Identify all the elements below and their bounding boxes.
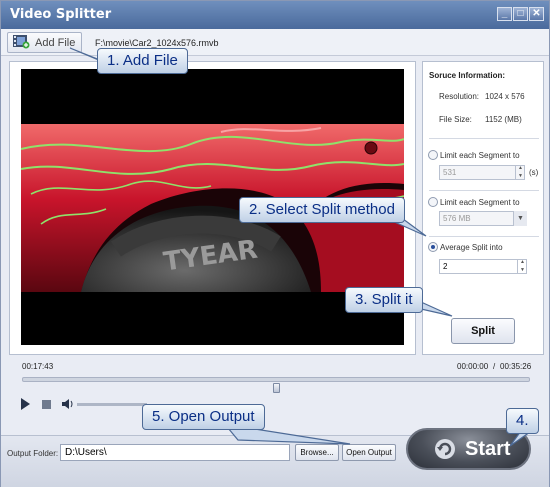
close-button[interactable]: ✕	[529, 7, 544, 21]
file-size-value: 1152 (MB)	[485, 115, 522, 124]
limit-duration-label: Limit each Segment to	[440, 150, 520, 160]
callout-open-output: 5. Open Output	[142, 404, 265, 430]
minimize-button[interactable]: _	[497, 7, 512, 21]
seek-thumb[interactable]	[273, 383, 280, 393]
radio-button[interactable]	[428, 197, 438, 207]
time-separator: /	[493, 362, 496, 371]
average-split-label: Average Split into	[440, 242, 503, 252]
callout-start: 4.	[506, 408, 539, 434]
open-output-button[interactable]: Open Output	[342, 444, 396, 461]
resolution-value: 1024 x 576	[485, 92, 525, 101]
average-split-stepper[interactable]: ▲ ▼	[517, 259, 527, 274]
film-icon	[12, 33, 30, 52]
volume-slider[interactable]	[77, 403, 147, 406]
source-info-heading: Soruce Information:	[429, 71, 506, 80]
current-time: 00:17:43	[22, 362, 54, 371]
output-folder-input[interactable]: D:\Users\	[60, 444, 290, 461]
duration-unit: (s)	[529, 168, 539, 177]
chevron-down-icon[interactable]: ▼	[513, 211, 527, 226]
volume-icon[interactable]	[61, 397, 75, 411]
range-end-time: 00:35:26	[500, 362, 532, 371]
file-size-label: File Size:	[439, 115, 472, 124]
output-folder-label: Output Folder:	[7, 449, 59, 458]
average-split-radio[interactable]: Average Split into	[428, 242, 503, 252]
browse-button[interactable]: Browse...	[295, 444, 339, 461]
radio-button[interactable]	[428, 150, 438, 160]
window-title: Video Splitter	[10, 7, 112, 22]
stop-icon[interactable]	[41, 397, 53, 411]
source-info-panel: Soruce Information: Resolution: 1024 x 5…	[422, 61, 544, 355]
divider	[429, 138, 539, 139]
resolution-label: Resolution:	[439, 92, 480, 101]
add-file-button[interactable]: Add File	[7, 32, 83, 53]
duration-stepper[interactable]: ▲ ▼	[515, 165, 525, 180]
callout-select-split-method: 2. Select Split method	[239, 197, 405, 223]
seek-bar[interactable]	[22, 377, 530, 382]
toolbar: Add File F:\movie\Car2_1024x576.rmvb	[1, 29, 549, 56]
average-split-input[interactable]: 2	[439, 259, 527, 274]
divider	[429, 190, 539, 191]
limit-duration-radio[interactable]: Limit each Segment to	[428, 150, 520, 160]
start-icon	[433, 437, 457, 464]
title-bar: Video Splitter _ □ ✕	[1, 1, 549, 29]
play-icon[interactable]	[19, 397, 31, 411]
divider	[429, 236, 539, 237]
range-start-time: 00:00:00	[457, 362, 489, 371]
callout-add-file: 1. Add File	[97, 48, 188, 74]
limit-size-radio[interactable]: Limit each Segment to	[428, 197, 520, 207]
loaded-file-path: F:\movie\Car2_1024x576.rmvb	[95, 38, 219, 48]
start-label: Start	[465, 438, 511, 460]
add-file-label: Add File	[35, 36, 76, 49]
duration-input[interactable]: 531	[439, 165, 525, 180]
callout-split-it: 3. Split it	[345, 287, 423, 313]
split-button[interactable]: Split	[451, 318, 515, 344]
maximize-button[interactable]: □	[513, 7, 528, 21]
limit-size-label: Limit each Segment to	[440, 197, 520, 207]
app-window: Video Splitter _ □ ✕ Add File F:\movie\C…	[0, 0, 550, 487]
radio-button-selected[interactable]	[428, 242, 438, 252]
